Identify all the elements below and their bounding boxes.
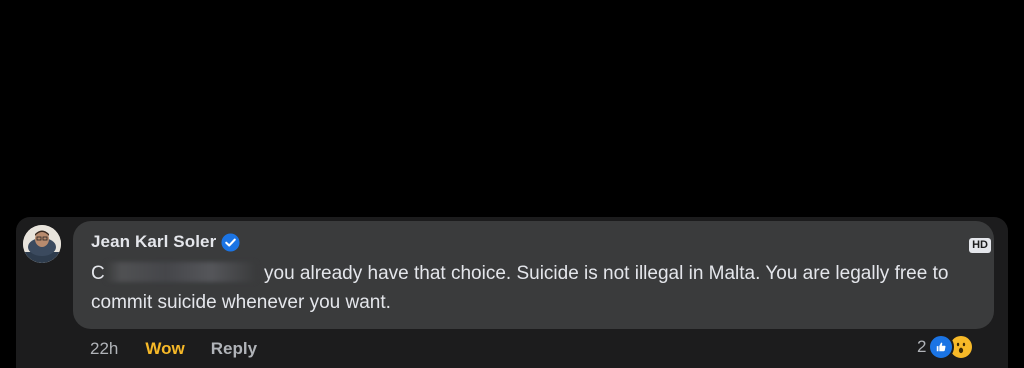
reaction-wow-button[interactable]: Wow (145, 339, 184, 359)
author-name[interactable]: Jean Karl Soler (91, 232, 216, 252)
avatar[interactable] (23, 225, 61, 263)
reply-button[interactable]: Reply (211, 339, 257, 359)
comment-text-start: C (91, 263, 105, 284)
hd-badge: HD (969, 238, 991, 253)
like-icon (928, 334, 955, 360)
comment-text: C you already have that choice. Suicide … (91, 259, 971, 317)
comment-bubble: Jean Karl Soler C you already have that … (73, 221, 994, 329)
comment-timestamp[interactable]: 22h (90, 339, 118, 359)
reaction-count: 2 (917, 337, 927, 356)
reaction-summary[interactable]: 2 (917, 334, 975, 360)
verified-badge-icon (221, 232, 240, 252)
comment-author: Jean Karl Soler (91, 232, 240, 252)
redaction-block (105, 262, 256, 282)
comment-actions: 22h Wow Reply (90, 339, 257, 359)
screenshot-stage: Jean Karl Soler C you already have that … (0, 0, 1024, 368)
avatar-photo-icon (23, 225, 61, 263)
